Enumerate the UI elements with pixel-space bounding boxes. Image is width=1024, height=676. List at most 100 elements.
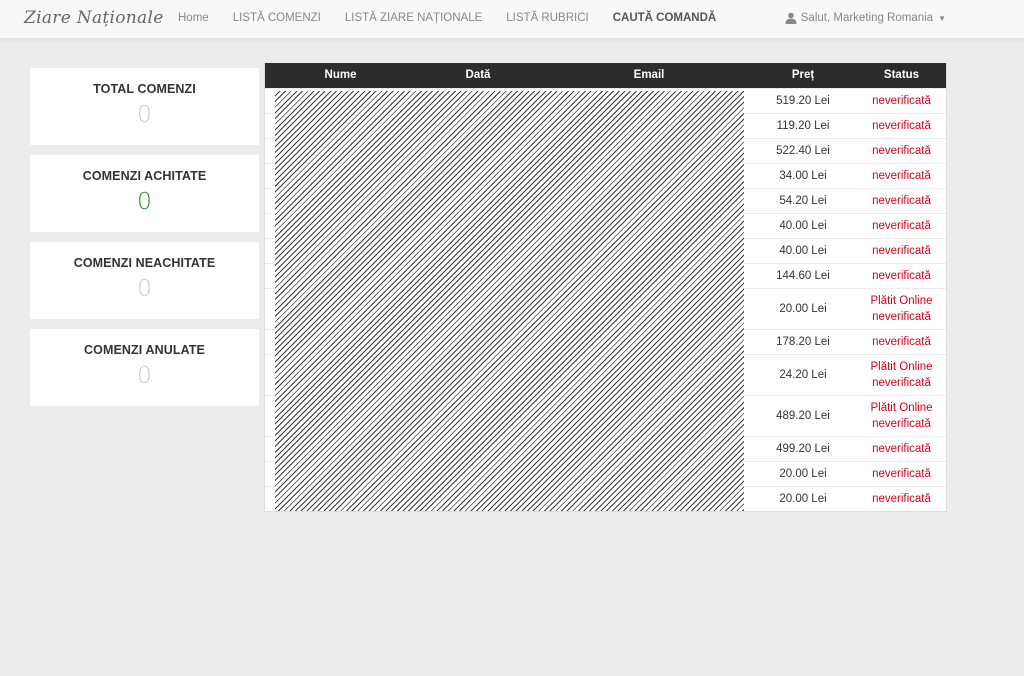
stat-value: 0 <box>137 276 152 302</box>
table-row[interactable]: 40.00 Lei neverificată <box>265 212 946 238</box>
cell-nume <box>274 328 407 354</box>
user-menu[interactable]: Salut, Marketing Romania ▼ <box>785 12 946 24</box>
status-label: neverificată <box>872 244 931 257</box>
stat-title: COMENZI NEACHITATE <box>73 256 216 270</box>
cell-email <box>549 485 749 511</box>
cell-email <box>549 287 749 329</box>
cell-spacer <box>265 485 274 511</box>
cell-data <box>407 237 549 263</box>
stat-title: COMENZI ACHITATE <box>82 169 207 183</box>
cell-status: neverificată <box>857 87 946 113</box>
cell-nume <box>274 212 407 238</box>
table-row[interactable]: 522.40 Lei neverificată <box>265 137 946 163</box>
nav-link-cauta-comanda[interactable]: CAUTĂ COMANDĂ <box>613 12 717 24</box>
cell-nume <box>274 162 407 188</box>
table-row[interactable]: 54.20 Lei neverificată <box>265 187 946 213</box>
cell-status: Plătit Online neverificată <box>857 287 946 329</box>
cell-status: neverificată <box>857 328 946 354</box>
column-header-status[interactable]: Status <box>857 63 946 88</box>
user-greeting: Salut, Marketing Romania <box>800 12 934 24</box>
cell-nume <box>274 87 407 113</box>
cell-spacer <box>265 212 274 238</box>
status-label: Plătit Online <box>870 360 933 373</box>
cell-status: neverificată <box>857 435 946 461</box>
column-header-email[interactable]: Email <box>549 63 749 88</box>
cell-pret: 24.20 Lei <box>749 353 857 395</box>
table-row[interactable]: 144.60 Lei neverificată <box>265 262 946 288</box>
top-navbar: Ziare Naționale Home LISTĂ COMENZI LISTĂ… <box>0 0 1024 39</box>
nav-link-lista-comenzi[interactable]: LISTĂ COMENZI <box>233 12 321 24</box>
table-row[interactable]: 24.20 Lei Plătit Online neverificată <box>265 353 946 395</box>
cell-spacer <box>265 394 274 436</box>
cell-status: neverificată <box>857 212 946 238</box>
table-row[interactable]: 178.20 Lei neverificată <box>265 328 946 354</box>
status-label: neverificată <box>872 376 931 389</box>
cell-pret: 34.00 Lei <box>749 162 857 188</box>
cell-nume <box>274 485 407 511</box>
cell-nume <box>274 460 407 486</box>
cell-data <box>407 162 549 188</box>
table-row[interactable]: 489.20 Lei Plătit Online neverificată <box>265 394 946 436</box>
cell-data <box>407 212 549 238</box>
cell-status: Plătit Online neverificată <box>857 353 946 395</box>
table-header-row: Nume Dată Email Preț Status <box>265 63 946 88</box>
stat-card-anulate: COMENZI ANULATE 0 <box>30 329 259 406</box>
status-label: neverificată <box>872 310 931 323</box>
table-row[interactable]: 20.00 Lei Plătit Online neverificată <box>265 287 946 329</box>
column-header-pret[interactable]: Preț <box>749 63 857 88</box>
cell-email <box>549 137 749 163</box>
cell-email <box>549 328 749 354</box>
cell-status: Plătit Online neverificată <box>857 394 946 436</box>
stat-card-neachitate: COMENZI NEACHITATE 0 <box>30 242 259 319</box>
cell-data <box>407 87 549 113</box>
cell-nume <box>274 187 407 213</box>
column-header-nume[interactable]: Nume <box>274 63 407 88</box>
cell-pret: 522.40 Lei <box>749 137 857 163</box>
orders-table-panel: Nume Dată Email Preț Status 519.20 Lei ne… <box>264 63 947 512</box>
chevron-down-icon: ▼ <box>938 13 946 23</box>
cell-pret: 20.00 Lei <box>749 287 857 329</box>
status-label: neverificată <box>872 144 931 157</box>
cell-nume <box>274 237 407 263</box>
nav-link-lista-ziare[interactable]: LISTĂ ZIARE NAȚIONALE <box>345 12 482 24</box>
cell-email <box>549 87 749 113</box>
status-label: neverificată <box>872 94 931 107</box>
nav-links: Home LISTĂ COMENZI LISTĂ ZIARE NAȚIONALE… <box>178 12 740 24</box>
cell-nume <box>274 137 407 163</box>
cell-data <box>407 435 549 461</box>
stat-card-total: TOTAL COMENZI 0 <box>30 68 259 145</box>
table-row[interactable]: 40.00 Lei neverificată <box>265 237 946 263</box>
cell-spacer <box>265 162 274 188</box>
cell-data <box>407 460 549 486</box>
table-row[interactable]: 519.20 Lei neverificată <box>265 87 946 113</box>
cell-pret: 519.20 Lei <box>749 87 857 113</box>
status-label: Plătit Online <box>870 401 933 414</box>
column-header-data[interactable]: Dată <box>407 63 549 88</box>
cell-data <box>407 287 549 329</box>
table-row[interactable]: 20.00 Lei neverificată <box>265 460 946 486</box>
nav-link-lista-rubrici[interactable]: LISTĂ RUBRICI <box>506 12 588 24</box>
cell-data <box>407 112 549 138</box>
status-label: neverificată <box>872 467 931 480</box>
cell-nume <box>274 435 407 461</box>
cell-email <box>549 237 749 263</box>
cell-spacer <box>265 262 274 288</box>
cell-data <box>407 187 549 213</box>
table-row[interactable]: 119.20 Lei neverificată <box>265 112 946 138</box>
cell-spacer <box>265 87 274 113</box>
cell-data <box>407 137 549 163</box>
table-row[interactable]: 499.20 Lei neverificată <box>265 435 946 461</box>
stat-value: 0 <box>137 363 152 389</box>
cell-pret: 144.60 Lei <box>749 262 857 288</box>
cell-nume <box>274 287 407 329</box>
cell-spacer <box>265 435 274 461</box>
status-label: neverificată <box>872 335 931 348</box>
cell-status: neverificată <box>857 460 946 486</box>
cell-pret: 40.00 Lei <box>749 237 857 263</box>
table-row[interactable]: 20.00 Lei neverificată <box>265 485 946 511</box>
brand-logo[interactable]: Ziare Naționale <box>24 8 164 28</box>
stat-title: COMENZI ANULATE <box>84 343 205 357</box>
nav-link-home[interactable]: Home <box>178 12 209 24</box>
cell-nume <box>274 353 407 395</box>
table-row[interactable]: 34.00 Lei neverificată <box>265 162 946 188</box>
